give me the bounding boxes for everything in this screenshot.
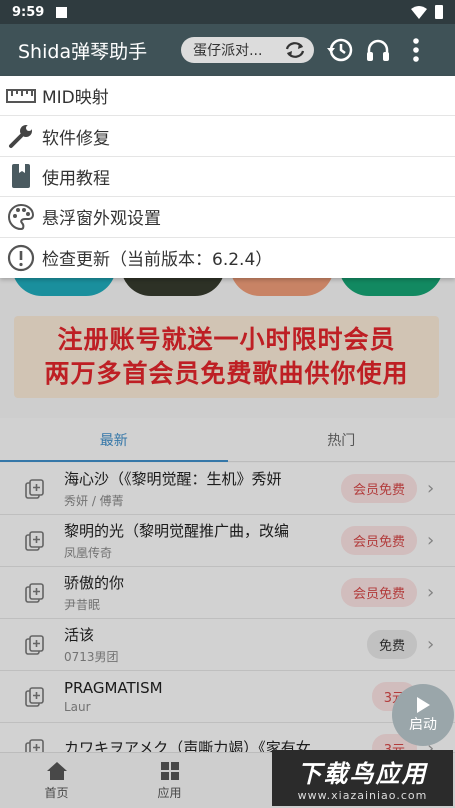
- headphones-icon[interactable]: [362, 34, 394, 66]
- menu-item-mid-mapping[interactable]: MID映射: [0, 76, 455, 117]
- start-floating-button[interactable]: 启动: [392, 684, 454, 746]
- status-bar: 9:59: [0, 0, 455, 24]
- ruler-icon: [6, 81, 36, 111]
- menu-item-check-update[interactable]: 检查更新（当前版本：6.2.4）: [0, 238, 455, 278]
- play-icon: [417, 697, 430, 713]
- palette-icon: [6, 202, 36, 232]
- menu-item-tutorial[interactable]: 使用教程: [0, 157, 455, 198]
- battery-icon: [435, 5, 443, 19]
- app-bar: Shida弹琴助手 蛋仔派对...: [0, 24, 455, 76]
- more-icon[interactable]: [400, 34, 432, 66]
- status-time: 9:59: [12, 4, 45, 20]
- start-label: 启动: [409, 717, 437, 733]
- menu-item-repair[interactable]: 软件修复: [0, 116, 455, 157]
- info-icon: [6, 243, 36, 273]
- menu-label: 使用教程: [42, 168, 110, 189]
- current-song-pill[interactable]: 蛋仔派对...: [181, 37, 315, 63]
- current-song-name: 蛋仔派对...: [193, 43, 263, 59]
- book-icon: [6, 161, 36, 191]
- sync-icon[interactable]: [284, 41, 306, 59]
- wifi-icon: [411, 5, 427, 19]
- menu-label: 悬浮窗外观设置: [42, 209, 161, 230]
- overflow-menu: MID映射 软件修复 使用教程 悬浮窗外观设置 检查更新（当前版本：6.2.4）: [0, 76, 455, 278]
- notification-icon: [56, 6, 68, 18]
- watermark-url: www.xiazainiao.com: [297, 789, 428, 802]
- menu-label: 软件修复: [42, 128, 110, 149]
- watermark-title: 下载鸟应用: [297, 760, 428, 788]
- menu-label: 检查更新（当前版本：6.2.4）: [42, 250, 273, 271]
- app-title: Shida弹琴助手: [18, 40, 148, 63]
- menu-item-appearance[interactable]: 悬浮窗外观设置: [0, 197, 455, 238]
- wrench-icon: [6, 121, 36, 151]
- watermark: 下载鸟应用 www.xiazainiao.com: [272, 750, 453, 806]
- history-icon[interactable]: [324, 34, 356, 66]
- menu-label: MID映射: [42, 88, 109, 109]
